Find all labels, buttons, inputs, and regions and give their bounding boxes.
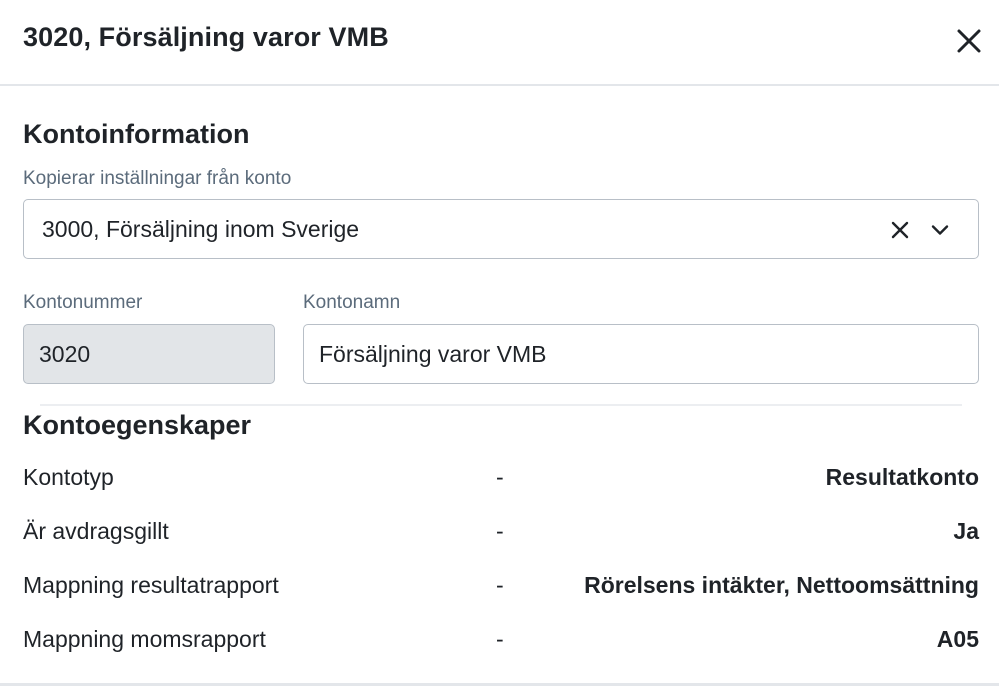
property-label: Är avdragsgillt [23, 518, 169, 544]
copy-from-value: 3000, Försäljning inom Sverige [42, 216, 360, 242]
section-title-account-properties: Kontoegenskaper [23, 410, 252, 440]
close-button[interactable] [952, 24, 986, 58]
copy-from-select[interactable]: 3000, Försäljning inom Sverige [23, 199, 979, 259]
property-label: Kontotyp [23, 464, 114, 490]
account-number-label: Kontonummer [23, 292, 143, 313]
account-name-field[interactable] [303, 324, 979, 384]
property-separator: - [496, 518, 504, 544]
chevron-down-icon[interactable] [928, 218, 952, 242]
property-value: Resultatkonto [825, 464, 979, 490]
account-name-label: Kontonamn [303, 292, 401, 313]
property-separator: - [496, 626, 504, 652]
property-value: Rörelsens intäkter, Nettoomsättning [584, 572, 979, 598]
property-separator: - [496, 464, 504, 490]
property-separator: - [496, 572, 504, 598]
divider [40, 404, 962, 406]
close-icon [957, 29, 981, 53]
copy-from-label: Kopierar inställningar från konto [23, 168, 292, 189]
dialog-header: 3020, Försäljning varor VMB [0, 0, 999, 86]
account-number-field[interactable] [23, 324, 275, 384]
property-label: Mappning momsrapport [23, 626, 266, 652]
property-value: Ja [953, 518, 979, 544]
section-title-account-info: Kontoinformation [23, 119, 250, 149]
clear-icon[interactable] [888, 218, 912, 242]
property-value: A05 [936, 626, 979, 652]
property-label: Mappning resultatrapport [23, 572, 279, 598]
dialog-title: 3020, Försäljning varor VMB [23, 22, 389, 52]
